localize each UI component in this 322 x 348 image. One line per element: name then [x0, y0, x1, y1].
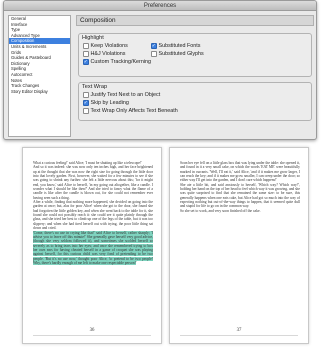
- custom-tracking-kerning-option[interactable]: ✓ Custom Tracking/Kerning: [83, 59, 151, 65]
- text-wrap-beneath-checkbox[interactable]: [83, 108, 89, 114]
- justify-text-option[interactable]: Justify Text Next to an Object: [83, 92, 160, 98]
- highlight-group: Highlight Keep Violations H&J Violations…: [78, 33, 312, 77]
- skip-by-leading-label: Skip by Leading: [90, 100, 129, 106]
- custom-tracking-kerning-label: Custom Tracking/Kerning: [90, 59, 152, 65]
- page-spread: What a curious feeling!' said Alice; 'I …: [22, 147, 310, 344]
- custom-tracking-kerning-checkbox[interactable]: ✓: [83, 59, 89, 65]
- text-wrap-beneath-option[interactable]: Text Wrap Only Affects Text Beneath: [83, 108, 178, 114]
- right-page-number: 37: [236, 328, 242, 333]
- substituted-glyphs-checkbox[interactable]: [151, 51, 157, 57]
- hj-violations-option[interactable]: H&J Violations: [83, 51, 125, 57]
- preferences-dialog: Preferences General Interface Type Advan…: [3, 0, 317, 140]
- highlight-group-label: Highlight: [82, 35, 104, 41]
- substituted-glyphs-label: Substituted Glyphs: [158, 51, 204, 57]
- skip-by-leading-checkbox[interactable]: ✓: [83, 100, 89, 106]
- keep-violations-checkbox[interactable]: [83, 43, 89, 49]
- substituted-fonts-option[interactable]: ✓ Substituted Fonts: [151, 43, 200, 49]
- hj-violations-checkbox[interactable]: [83, 51, 89, 57]
- substituted-fonts-checkbox[interactable]: ✓: [151, 43, 157, 49]
- substituted-glyphs-option[interactable]: Substituted Glyphs: [151, 51, 204, 57]
- justify-text-checkbox[interactable]: [83, 92, 89, 98]
- window-title: Preferences: [4, 1, 316, 11]
- keep-violations-option[interactable]: Keep Violations: [83, 43, 128, 49]
- left-page-body: What a curious feeling!' said Alice; 'I …: [33, 161, 153, 231]
- preferences-sidebar: General Interface Type Advanced Type Com…: [8, 15, 71, 137]
- panel-title: Composition: [76, 15, 314, 26]
- keep-violations-label: Keep Violations: [90, 43, 128, 49]
- right-page-footer-rule: [180, 335, 298, 336]
- right-page[interactable]: Soon her eye fell on a little glass box …: [169, 147, 309, 344]
- text-wrap-group-label: Text Wrap: [82, 84, 108, 90]
- left-page-number: 36: [89, 328, 95, 333]
- text-wrap-group: Text Wrap Justify Text Next to an Object…: [78, 82, 312, 121]
- skip-by-leading-option[interactable]: ✓ Skip by Leading: [83, 100, 129, 106]
- left-page[interactable]: What a curious feeling!' said Alice; 'I …: [22, 147, 162, 344]
- left-page-footer-rule: [33, 335, 151, 336]
- left-page-text: What a curious feeling!' said Alice; 'I …: [33, 161, 153, 265]
- hj-violations-label: H&J Violations: [90, 51, 126, 57]
- highlighted-paragraph: 'Come, there's no use in crying like tha…: [33, 230, 153, 265]
- right-page-text: Soon her eye fell on a little glass box …: [180, 161, 300, 213]
- text-wrap-beneath-label: Text Wrap Only Affects Text Beneath: [90, 108, 178, 114]
- sidebar-item-story-editor-display[interactable]: Story Editor Display: [9, 89, 70, 95]
- substituted-fonts-label: Substituted Fonts: [158, 43, 201, 49]
- justify-text-label: Justify Text Next to an Object: [90, 92, 161, 98]
